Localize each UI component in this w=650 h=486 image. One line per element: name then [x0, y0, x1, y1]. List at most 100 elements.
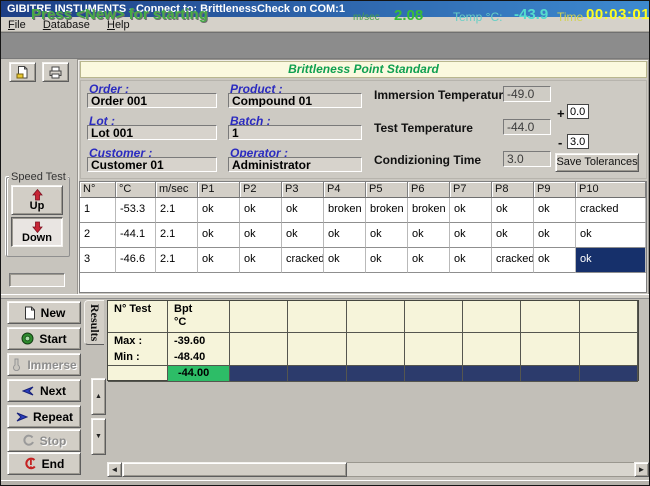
measure-cell-r1-c6[interactable]: ok [282, 198, 324, 223]
start-button[interactable]: Start [7, 327, 81, 350]
measure-cell-r1-c11[interactable]: ok [492, 198, 534, 223]
measure-cell-r2-c11[interactable]: ok [492, 223, 534, 248]
measure-cell-r2-c5[interactable]: ok [240, 223, 282, 248]
order-field[interactable] [87, 93, 217, 108]
measure-cell-r3-c5[interactable]: ok [240, 248, 282, 273]
measure-col-header-10[interactable]: P7 [450, 182, 492, 198]
stop-button[interactable]: Stop [7, 429, 81, 452]
measure-cell-r1-c4[interactable]: ok [198, 198, 240, 223]
results-maxmin-labels: Max : Min : [108, 333, 168, 366]
speed-up-button[interactable]: Up [11, 185, 63, 215]
tolerance-plus-field[interactable] [567, 104, 589, 119]
measure-cell-r1-c3[interactable]: 2.1 [156, 198, 198, 223]
measure-cell-r3-c10[interactable]: ok [450, 248, 492, 273]
operator-field[interactable] [228, 157, 362, 172]
measure-cell-r3-c11[interactable]: cracked [492, 248, 534, 273]
measure-cell-r3-c8[interactable]: ok [366, 248, 408, 273]
results-current-rowhead [108, 366, 168, 382]
measure-col-header-11[interactable]: P8 [492, 182, 534, 198]
results-col-header-empty [347, 301, 405, 333]
measure-cell-r2-c10[interactable]: ok [450, 223, 492, 248]
scroll-left-button[interactable]: ◄ [107, 462, 122, 477]
scroll-right-button[interactable]: ► [634, 462, 649, 477]
measure-cell-r3-c13[interactable]: ok [576, 248, 646, 273]
results-col-header-empty [405, 301, 463, 333]
printer-icon [48, 65, 63, 80]
measure-cell-r2-c1[interactable]: 2 [80, 223, 116, 248]
measure-col-header-12[interactable]: P9 [534, 182, 576, 198]
next-arrow-icon [22, 385, 35, 397]
results-continuation-cell [288, 366, 346, 382]
measure-cell-r3-c9[interactable]: ok [408, 248, 450, 273]
end-button[interactable]: End [7, 452, 81, 475]
speed-unit-label: m/sec [353, 12, 380, 23]
measure-col-header-6[interactable]: P3 [282, 182, 324, 198]
next-button[interactable]: Next [7, 379, 81, 402]
measure-cell-r2-c3[interactable]: 2.1 [156, 223, 198, 248]
measure-col-header-2[interactable]: °C [116, 182, 156, 198]
customer-field[interactable] [87, 157, 217, 172]
product-field[interactable] [228, 93, 362, 108]
measure-cell-r2-c7[interactable]: ok [324, 223, 366, 248]
measure-cell-r1-c8[interactable]: broken [366, 198, 408, 223]
measure-col-header-4[interactable]: P1 [198, 182, 240, 198]
temp-value: -43.9 [514, 6, 548, 23]
scroll-down-icon: ▼ [95, 433, 102, 440]
measure-cell-r1-c9[interactable]: broken [408, 198, 450, 223]
measure-cell-r3-c2[interactable]: -46.6 [116, 248, 156, 273]
measure-cell-r3-c6[interactable]: cracked [282, 248, 324, 273]
measure-cell-r1-c1[interactable]: 1 [80, 198, 116, 223]
repeat-button[interactable]: Repeat [7, 405, 81, 428]
status-message: Press <New> for starting [31, 6, 208, 23]
status-band [1, 32, 650, 59]
measure-col-header-8[interactable]: P5 [366, 182, 408, 198]
export-button[interactable] [9, 62, 36, 82]
speed-display-field [9, 273, 65, 287]
horizontal-scrollbar-thumb[interactable] [122, 462, 347, 477]
results-scroll-down-button[interactable]: ▼ [91, 418, 106, 455]
print-button[interactable] [42, 62, 69, 82]
measure-cell-r1-c10[interactable]: ok [450, 198, 492, 223]
test-temp-label: Test Temperature [374, 121, 473, 135]
scroll-right-icon: ► [638, 465, 646, 474]
measure-cell-r1-c2[interactable]: -53.3 [116, 198, 156, 223]
measure-cell-r2-c12[interactable]: ok [534, 223, 576, 248]
immerse-button[interactable]: Immerse [7, 353, 81, 376]
measure-cell-r3-c1[interactable]: 3 [80, 248, 116, 273]
measure-cell-r1-c5[interactable]: ok [240, 198, 282, 223]
tolerance-minus-field[interactable] [567, 134, 589, 149]
measure-col-header-1[interactable]: N° [80, 182, 116, 198]
measure-cell-r3-c12[interactable]: ok [534, 248, 576, 273]
measure-cell-r2-c6[interactable]: ok [282, 223, 324, 248]
conditioning-time-field[interactable] [503, 151, 551, 167]
time-label: Time [557, 10, 583, 24]
measure-col-header-7[interactable]: P4 [324, 182, 366, 198]
measure-col-header-13[interactable]: P10 [576, 182, 646, 198]
new-button-label: New [41, 306, 66, 320]
batch-field[interactable] [228, 125, 362, 140]
new-button[interactable]: New [7, 301, 81, 324]
speed-value: 2.08 [394, 7, 423, 24]
measure-cell-r2-c13[interactable]: ok [576, 223, 646, 248]
measure-col-header-9[interactable]: P6 [408, 182, 450, 198]
save-tolerances-button[interactable]: Save Tolerances [555, 153, 639, 172]
measure-cell-r2-c2[interactable]: -44.1 [116, 223, 156, 248]
speed-down-button[interactable]: Down [11, 217, 63, 247]
measure-cell-r1-c13[interactable]: cracked [576, 198, 646, 223]
measure-cell-r1-c12[interactable]: ok [534, 198, 576, 223]
measure-cell-r2-c8[interactable]: ok [366, 223, 408, 248]
measure-cell-r3-c4[interactable]: ok [198, 248, 240, 273]
measure-col-header-3[interactable]: m/sec [156, 182, 198, 198]
tab-results[interactable]: Results [84, 300, 104, 345]
lot-field[interactable] [87, 125, 217, 140]
results-scroll-up-button[interactable]: ▲ [91, 378, 106, 415]
measure-cell-r3-c3[interactable]: 2.1 [156, 248, 198, 273]
measure-cell-r2-c9[interactable]: ok [408, 223, 450, 248]
menu-file[interactable]: File [1, 17, 33, 32]
measure-col-header-5[interactable]: P2 [240, 182, 282, 198]
measure-cell-r3-c7[interactable]: ok [324, 248, 366, 273]
measure-cell-r2-c4[interactable]: ok [198, 223, 240, 248]
test-temp-field[interactable] [503, 119, 551, 135]
immersion-temp-field[interactable] [503, 86, 551, 102]
measure-cell-r1-c7[interactable]: broken [324, 198, 366, 223]
